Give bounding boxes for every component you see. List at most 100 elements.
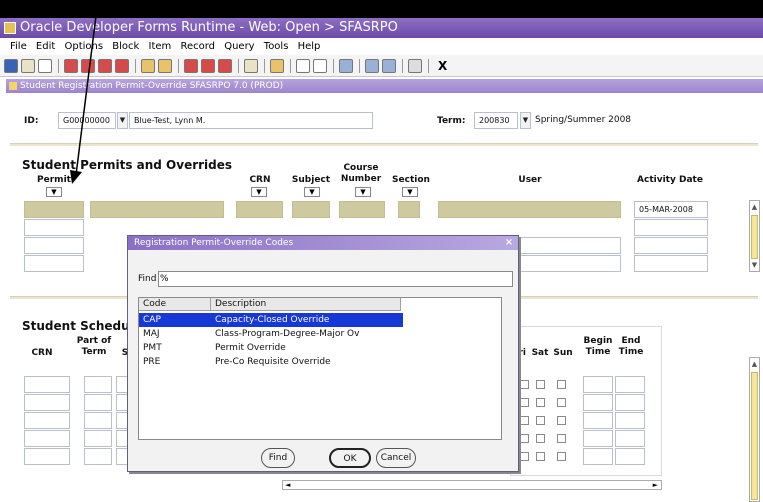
menu-options[interactable]: Options [64,41,103,52]
expand-icon[interactable] [365,58,379,73]
fri-checkbox[interactable] [520,416,529,425]
extras-icon[interactable] [313,58,327,73]
find-input[interactable]: % [158,271,513,287]
crn-sort-button[interactable]: ▼ [251,187,267,197]
tree-icon[interactable] [382,58,396,73]
cancel-query-icon[interactable] [218,58,232,73]
ok-button[interactable]: OK [329,448,371,468]
sun-checkbox[interactable] [557,398,566,407]
sat-checkbox[interactable] [536,416,545,425]
list-item[interactable]: PRE Pre-Co Requisite Override [139,355,403,369]
scroll-right-arrow[interactable]: ► [653,481,658,489]
menu-file[interactable]: File [10,41,27,52]
menu-edit[interactable]: Edit [36,41,55,52]
permits-vertical-scrollbar[interactable]: ▲ ▼ [749,200,760,272]
print-screen-icon[interactable] [270,58,284,73]
previous-record-icon[interactable] [81,58,95,73]
collapse-icon[interactable] [339,58,353,73]
scroll-up-arrow[interactable]: ▲ [750,360,759,368]
exit-button[interactable]: X [438,59,447,73]
list-item[interactable]: PMT Permit Override [139,341,403,355]
schedule-crn-cell[interactable] [24,430,70,447]
id-field[interactable]: G00000000 [58,112,116,129]
help-icon[interactable] [408,58,422,73]
code-column-header[interactable]: Code [139,298,211,311]
find-label: Find [138,274,157,284]
scroll-up-arrow[interactable]: ▲ [750,203,759,211]
end-time-cell [615,430,645,447]
section-cell [398,201,420,218]
toolbar-separator [402,58,403,73]
sat-header-label: Sat [531,348,549,358]
sat-checkbox[interactable] [536,452,545,461]
section-sort-button[interactable]: ▼ [402,187,418,197]
permit-cell[interactable] [24,201,84,218]
menu-block[interactable]: Block [112,41,139,52]
permit-cell[interactable] [24,255,84,272]
menu-record[interactable]: Record [180,41,215,52]
sun-checkbox[interactable] [557,434,566,443]
list-item[interactable]: MAJ Class-Program-Degree-Major Ov [139,327,403,341]
term-field[interactable]: 200830 [474,112,518,129]
delete-record-icon[interactable] [158,58,172,73]
part-of-term-cell [84,448,112,465]
next-block-icon[interactable] [115,58,129,73]
scroll-thumb[interactable] [751,372,758,500]
next-record-icon[interactable] [98,58,112,73]
schedule-horizontal-scrollbar[interactable]: ◄ ► [282,480,662,490]
course-number-sort-button[interactable]: ▼ [355,187,371,197]
fri-checkbox[interactable] [520,434,529,443]
sat-checkbox[interactable] [536,380,545,389]
list-item[interactable]: CAP Capacity-Closed Override [139,313,403,327]
term-lov-button[interactable]: ▼ [520,112,531,129]
scroll-thumb[interactable] [751,215,758,259]
toolbar-separator [428,58,429,73]
menu-tools[interactable]: Tools [264,41,289,52]
schedule-vertical-scrollbar[interactable]: ▲ [749,357,760,502]
schedule-crn-cell[interactable] [24,376,70,393]
end-time-cell [615,412,645,429]
user-cell [438,201,621,218]
permit-sort-button[interactable]: ▼ [46,187,62,197]
subject-sort-button[interactable]: ▼ [304,187,320,197]
menu-query[interactable]: Query [224,41,254,52]
toolbar-separator [264,58,265,73]
close-icon[interactable]: × [503,237,515,249]
fri-checkbox[interactable] [520,398,529,407]
enter-query-icon[interactable] [184,58,198,73]
description-column-header[interactable]: Description [211,298,401,311]
schedule-crn-cell[interactable] [24,394,70,411]
fri-checkbox[interactable] [520,380,529,389]
sun-checkbox[interactable] [557,416,566,425]
sun-checkbox[interactable] [557,452,566,461]
save-icon[interactable] [4,58,18,73]
scroll-down-arrow[interactable]: ▼ [750,261,759,269]
previous-block-icon[interactable] [64,58,78,73]
permit-cell[interactable] [24,237,84,254]
lov-icon[interactable] [244,58,258,73]
begin-time-cell [583,412,613,429]
find-button[interactable]: Find [261,448,295,468]
menu-help[interactable]: Help [298,41,321,52]
permit-cell[interactable] [24,219,84,236]
fri-checkbox[interactable] [520,452,529,461]
menu-item[interactable]: Item [149,41,172,52]
execute-query-icon[interactable] [201,58,215,73]
sat-checkbox[interactable] [536,398,545,407]
codes-list[interactable]: Code Description CAP Capacity-Closed Ove… [138,297,502,440]
print-icon[interactable] [38,58,52,73]
crn-column-header: CRN [249,175,271,185]
schedule-crn-cell[interactable] [24,448,70,465]
sat-checkbox[interactable] [536,434,545,443]
id-lov-button[interactable]: ▼ [117,112,128,129]
sun-checkbox[interactable] [557,380,566,389]
scroll-left-arrow[interactable]: ◄ [285,481,290,489]
begin-time-header-label: Begin Time [583,336,613,357]
crn-cell[interactable] [236,201,283,218]
cancel-button[interactable]: Cancel [376,448,416,468]
rollback-icon[interactable] [21,58,35,73]
toolbar-separator [359,58,360,73]
schedule-crn-cell[interactable] [24,412,70,429]
insert-record-icon[interactable] [141,58,155,73]
edit-icon[interactable] [296,58,310,73]
